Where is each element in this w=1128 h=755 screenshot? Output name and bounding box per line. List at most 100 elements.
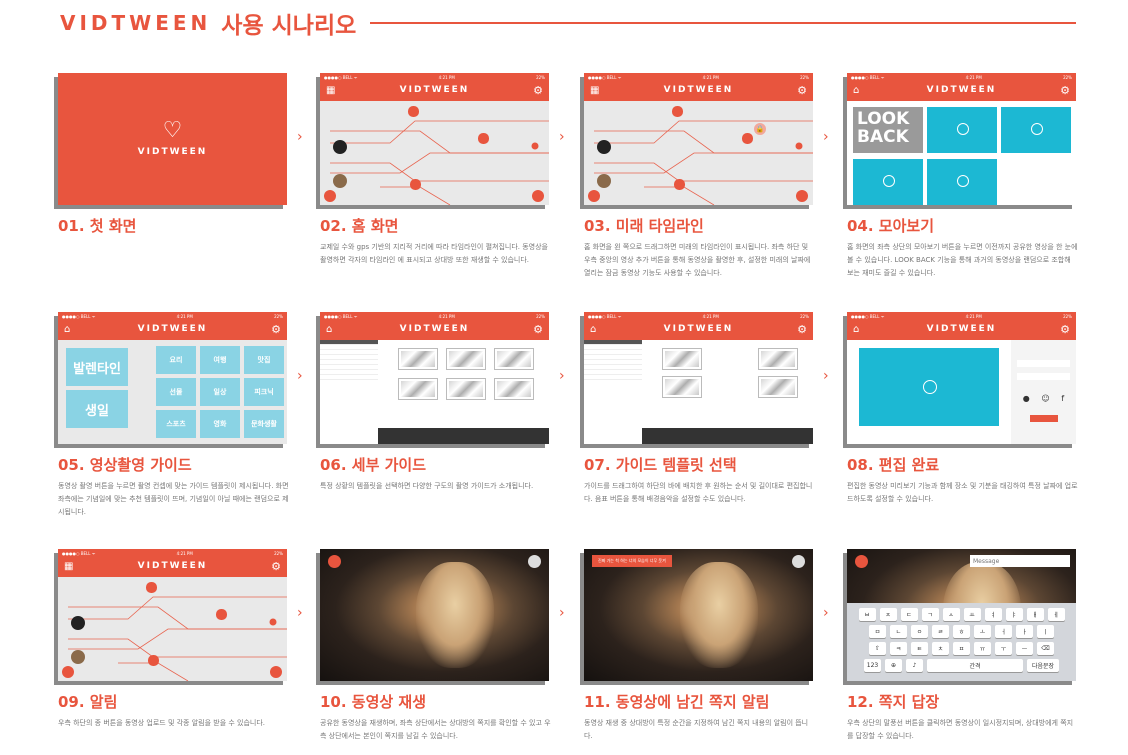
keyboard-key[interactable]: ㅔ — [1047, 608, 1065, 621]
keyboard-key[interactable]: ㅅ — [942, 608, 960, 621]
keyboard-key[interactable]: ㅈ — [879, 608, 897, 621]
video-thumbnail[interactable] — [1001, 107, 1071, 153]
keyboard-key[interactable]: ⌫ — [1037, 642, 1054, 655]
keyboard-key[interactable]: ㄷ — [900, 608, 918, 621]
gear-icon[interactable]: ⚙ — [1060, 323, 1070, 336]
keyboard-key[interactable]: ㅇ — [911, 625, 928, 638]
guide-category-tile[interactable]: 스포츠 — [156, 410, 196, 438]
partner-note-icon[interactable] — [328, 555, 341, 568]
play-icon[interactable] — [923, 380, 937, 394]
guide-sketch[interactable] — [662, 376, 702, 398]
keyboard-key[interactable]: ㄴ — [890, 625, 907, 638]
guide-sketch[interactable] — [662, 348, 702, 370]
keyboard-key[interactable]: ㅋ — [890, 642, 907, 655]
keyboard-key[interactable]: ㅣ — [1037, 625, 1054, 638]
keyboard-key[interactable]: ㅁ — [869, 625, 886, 638]
guide-sketch[interactable] — [494, 378, 534, 400]
gear-icon[interactable]: ⚙ — [533, 323, 543, 336]
keyboard-key[interactable]: ㅠ — [974, 642, 991, 655]
microphone-icon[interactable]: ♪ — [906, 659, 923, 672]
guide-sketch[interactable] — [446, 348, 486, 370]
keyboard-key[interactable]: ㅕ — [984, 608, 1002, 621]
next-key[interactable]: 다음문장 — [1027, 659, 1059, 672]
date-field[interactable] — [1017, 360, 1070, 367]
keyboard-key[interactable]: ㅗ — [974, 625, 991, 638]
anniversary-guide-tile[interactable]: 발렌타인 — [66, 348, 128, 386]
guide-category-tile[interactable]: 문화생활 — [244, 410, 284, 438]
keyboard-key[interactable]: ㅊ — [932, 642, 949, 655]
gear-icon[interactable]: ⚙ — [271, 323, 281, 336]
home-icon[interactable]: ⌂ — [326, 324, 332, 335]
video-thumbnail[interactable] — [853, 159, 923, 205]
keyboard-key[interactable]: ㅎ — [953, 625, 970, 638]
guide-sketch[interactable] — [398, 378, 438, 400]
home-icon[interactable]: ⌂ — [64, 324, 70, 335]
timeline-edit-bar[interactable] — [642, 428, 813, 444]
keyboard-key[interactable]: ㅡ — [1016, 642, 1033, 655]
guide-sketch[interactable] — [758, 348, 798, 370]
keyboard-key[interactable]: ㅑ — [1005, 608, 1023, 621]
number-key[interactable]: 123 — [864, 659, 881, 672]
guide-category-tile[interactable]: 피크닉 — [244, 378, 284, 406]
gear-icon[interactable]: ⚙ — [533, 84, 543, 97]
gear-icon[interactable]: ⚙ — [271, 560, 281, 573]
sidebar-item[interactable] — [584, 375, 642, 380]
guide-category-tile[interactable]: 일상 — [200, 378, 240, 406]
guide-sketch[interactable] — [398, 348, 438, 370]
facebook-icon[interactable]: f — [1061, 394, 1064, 403]
keyboard-key[interactable]: ㅛ — [963, 608, 981, 621]
guide-category-tile[interactable]: 맛집 — [244, 346, 284, 374]
partner-note-icon[interactable] — [855, 555, 868, 568]
globe-icon[interactable]: ⊕ — [885, 659, 902, 672]
guide-sketch[interactable] — [758, 376, 798, 398]
gear-icon[interactable]: ⚙ — [797, 323, 807, 336]
speech-bubble-icon[interactable] — [792, 555, 805, 568]
play-icon[interactable] — [957, 123, 969, 135]
keyboard-key[interactable]: ㄹ — [932, 625, 949, 638]
guide-category-tile[interactable]: 여행 — [200, 346, 240, 374]
anniversary-guide-tile[interactable]: 생일 — [66, 390, 128, 428]
keyboard-key[interactable]: ㅍ — [953, 642, 970, 655]
gear-icon[interactable]: ⚙ — [797, 84, 807, 97]
video-preview[interactable] — [859, 348, 999, 426]
guide-sketch[interactable] — [494, 348, 534, 370]
location-pin-icon[interactable]: ● — [1023, 394, 1030, 403]
lock-icon[interactable]: 🔒 — [754, 123, 766, 135]
mood-smile-icon[interactable]: ☺ — [1041, 394, 1049, 403]
video-thumbnail[interactable] — [927, 159, 997, 205]
ok-button[interactable] — [1029, 415, 1058, 422]
keyboard-key[interactable]: ㅏ — [1016, 625, 1033, 638]
note-toast[interactable]: 진짜 가는 척 하는 너의 모습이 너무 웃겨 — [592, 555, 672, 567]
place-field[interactable] — [1017, 373, 1070, 380]
timeline-edit-bar[interactable] — [378, 428, 549, 444]
gear-icon[interactable]: ⚙ — [1060, 84, 1070, 97]
grid-menu-icon[interactable]: ▦ — [326, 85, 335, 96]
keyboard-key[interactable]: ㅌ — [911, 642, 928, 655]
keyboard-key[interactable]: ㅓ — [995, 625, 1012, 638]
keyboard-key[interactable]: ㄱ — [921, 608, 939, 621]
app-screenshot: ♡ VIDTWEEN — [58, 73, 287, 205]
carrier-text: ●●●●○ BELL ᯤ — [324, 314, 358, 319]
play-icon[interactable] — [1031, 123, 1043, 135]
home-icon[interactable]: ⌂ — [590, 324, 596, 335]
keyboard-key[interactable]: ㅂ — [858, 608, 876, 621]
look-back-tile[interactable]: LOOK BACK — [853, 107, 923, 153]
play-icon[interactable] — [957, 175, 969, 187]
keyboard-key[interactable]: ㅜ — [995, 642, 1012, 655]
keyboard-key[interactable]: ㅐ — [1026, 608, 1044, 621]
guide-category-tile[interactable]: 영화 — [200, 410, 240, 438]
guide-category-tile[interactable]: 요리 — [156, 346, 196, 374]
video-thumbnail[interactable] — [927, 107, 997, 153]
grid-menu-icon[interactable]: ▦ — [64, 561, 73, 572]
sidebar-item[interactable] — [320, 375, 378, 380]
play-icon[interactable] — [883, 175, 895, 187]
keyboard-key[interactable]: ⇧ — [869, 642, 886, 655]
space-key[interactable]: 간격 — [927, 659, 1023, 672]
grid-menu-icon[interactable]: ▦ — [590, 85, 599, 96]
home-icon[interactable]: ⌂ — [853, 85, 859, 96]
guide-sketch[interactable] — [446, 378, 486, 400]
message-input[interactable] — [970, 555, 1070, 567]
speech-bubble-icon[interactable] — [528, 555, 541, 568]
guide-category-tile[interactable]: 선물 — [156, 378, 196, 406]
home-icon[interactable]: ⌂ — [853, 324, 859, 335]
